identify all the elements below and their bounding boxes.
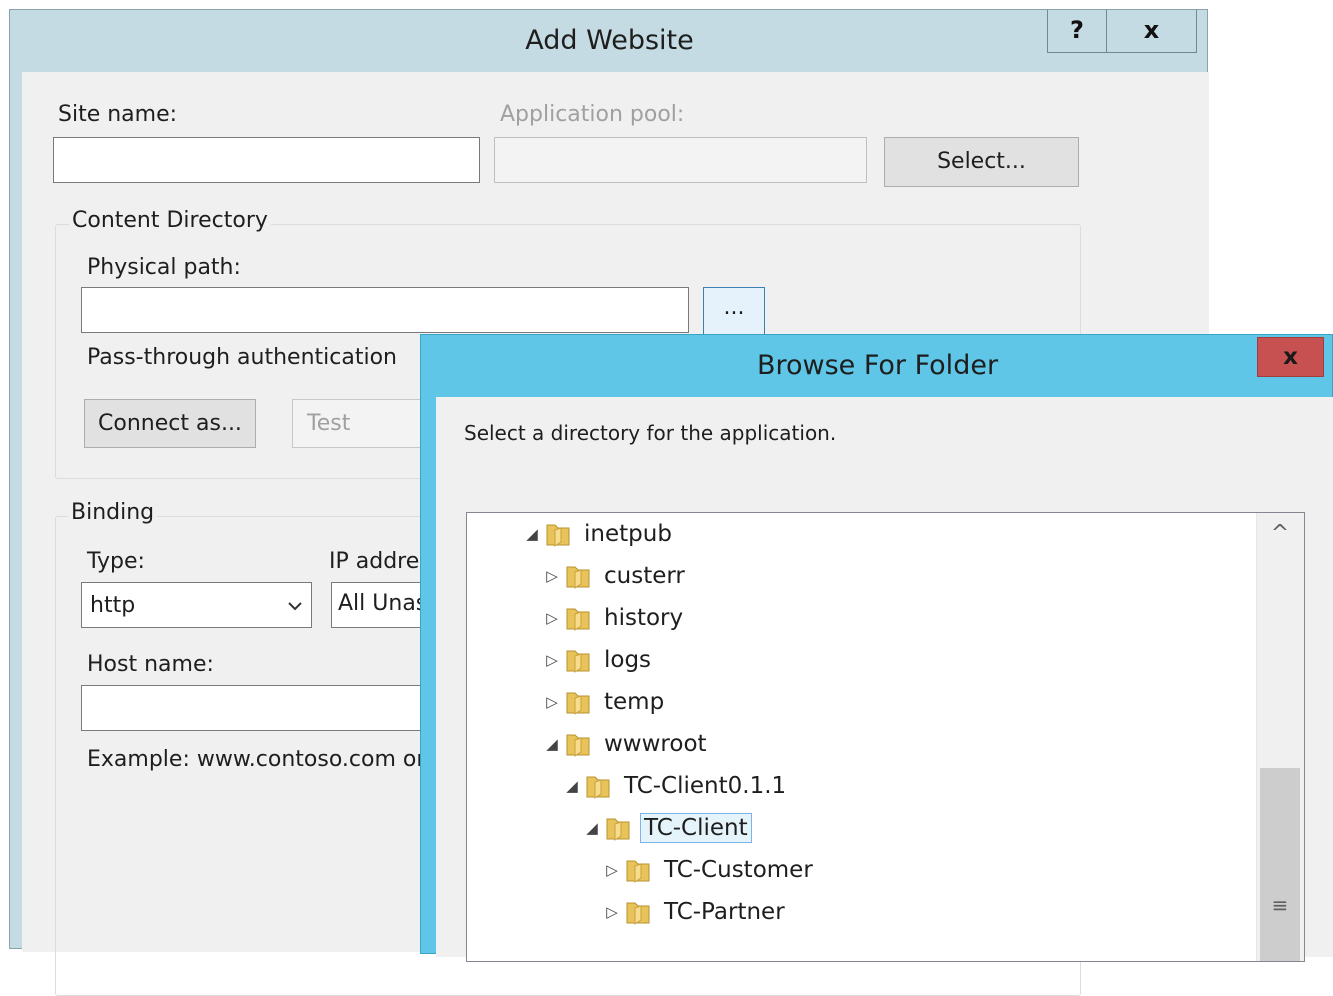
type-select[interactable]: http — [81, 582, 312, 628]
browse-path-button[interactable]: ... — [703, 287, 765, 337]
tree-node[interactable]: ▷ TC-Customer — [602, 851, 817, 889]
folder-icon — [626, 902, 650, 925]
tree-node-label: wwwroot — [604, 731, 707, 757]
tree-node-label: logs — [604, 647, 652, 673]
tree-node-label: TC-Client0.1.1 — [624, 773, 787, 799]
select-app-pool-button[interactable]: Select... — [884, 137, 1079, 187]
tree-node-label: custerr — [604, 563, 685, 589]
collapsed-triangle-icon[interactable]: ▷ — [542, 693, 562, 711]
browse-close-button[interactable]: x — [1257, 337, 1324, 377]
application-pool-label: Application pool: — [500, 102, 685, 127]
folder-icon — [566, 650, 590, 673]
scroll-grip-icon: ≡ — [1271, 893, 1289, 917]
tree-node[interactable]: ▷ logs — [542, 641, 655, 679]
folder-icon — [566, 608, 590, 631]
tree-node[interactable]: ◢ wwwroot — [542, 725, 711, 763]
browse-for-folder-title: Browse For Folder — [756, 350, 999, 381]
folder-tree[interactable]: ◢ inetpub ▷ custerr ▷ history ▷ logs ▷ temp ◢ wwwro… — [466, 512, 1305, 962]
tree-node[interactable]: ◢ TC-Client — [582, 809, 752, 847]
tree-node[interactable]: ▷ temp — [542, 683, 668, 721]
binding-legend: Binding — [68, 500, 158, 525]
vertical-scrollbar[interactable]: ^ ≡ — [1256, 513, 1304, 961]
site-name-input[interactable] — [53, 137, 480, 183]
expanded-triangle-icon[interactable]: ◢ — [582, 819, 602, 837]
tree-node-label: inetpub — [584, 521, 672, 547]
tree-node-label: history — [604, 605, 684, 631]
browse-instruction: Select a directory for the application. — [464, 421, 837, 445]
connect-as-button[interactable]: Connect as... — [84, 399, 256, 448]
browse-client-area: Select a directory for the application. … — [436, 397, 1333, 962]
collapsed-triangle-icon[interactable]: ▷ — [602, 903, 622, 921]
tree-node[interactable]: ▷ custerr — [542, 557, 689, 595]
folder-icon — [586, 776, 610, 799]
folder-icon — [566, 734, 590, 757]
content-directory-legend: Content Directory — [69, 208, 271, 233]
folder-icon — [546, 524, 570, 547]
close-button[interactable]: x — [1106, 10, 1197, 53]
expanded-triangle-icon[interactable]: ◢ — [542, 735, 562, 753]
collapsed-triangle-icon[interactable]: ▷ — [542, 651, 562, 669]
tree-node-label: temp — [604, 689, 665, 715]
host-name-example: Example: www.contoso.com or — [87, 747, 426, 772]
add-website-title: Add Website — [525, 25, 694, 56]
browse-for-folder-window: Browse For Folder x Select a directory f… — [420, 334, 1333, 962]
folder-icon — [606, 818, 630, 841]
scroll-up-arrow-icon[interactable]: ^ — [1261, 519, 1299, 549]
help-button[interactable]: ? — [1047, 10, 1106, 53]
folder-icon — [566, 692, 590, 715]
folder-icon — [566, 566, 590, 589]
tree-node-label: TC-Client — [640, 813, 752, 843]
type-select-value: http — [90, 593, 136, 618]
physical-path-input[interactable] — [81, 287, 689, 333]
collapsed-triangle-icon[interactable]: ▷ — [542, 567, 562, 585]
pass-through-label: Pass-through authentication — [87, 345, 397, 370]
folder-icon — [626, 860, 650, 883]
host-name-label: Host name: — [87, 652, 214, 677]
tree-node[interactable]: ◢ inetpub — [522, 515, 676, 553]
collapsed-triangle-icon[interactable]: ▷ — [602, 861, 622, 879]
tree-node[interactable]: ◢ TC-Client0.1.1 — [562, 767, 790, 805]
expanded-triangle-icon[interactable]: ◢ — [522, 525, 542, 543]
application-pool-input — [494, 137, 867, 183]
tree-node-label: TC-Partner — [664, 899, 785, 925]
site-name-label: Site name: — [58, 102, 178, 127]
collapsed-triangle-icon[interactable]: ▷ — [542, 609, 562, 627]
tree-node[interactable]: ▷ history — [542, 599, 687, 637]
tree-node-label: TC-Customer — [664, 857, 813, 883]
type-label: Type: — [87, 549, 145, 574]
chevron-down-icon — [288, 602, 302, 611]
expanded-triangle-icon[interactable]: ◢ — [562, 777, 582, 795]
physical-path-label: Physical path: — [87, 255, 241, 280]
tree-node[interactable]: ▷ TC-Partner — [602, 893, 789, 931]
